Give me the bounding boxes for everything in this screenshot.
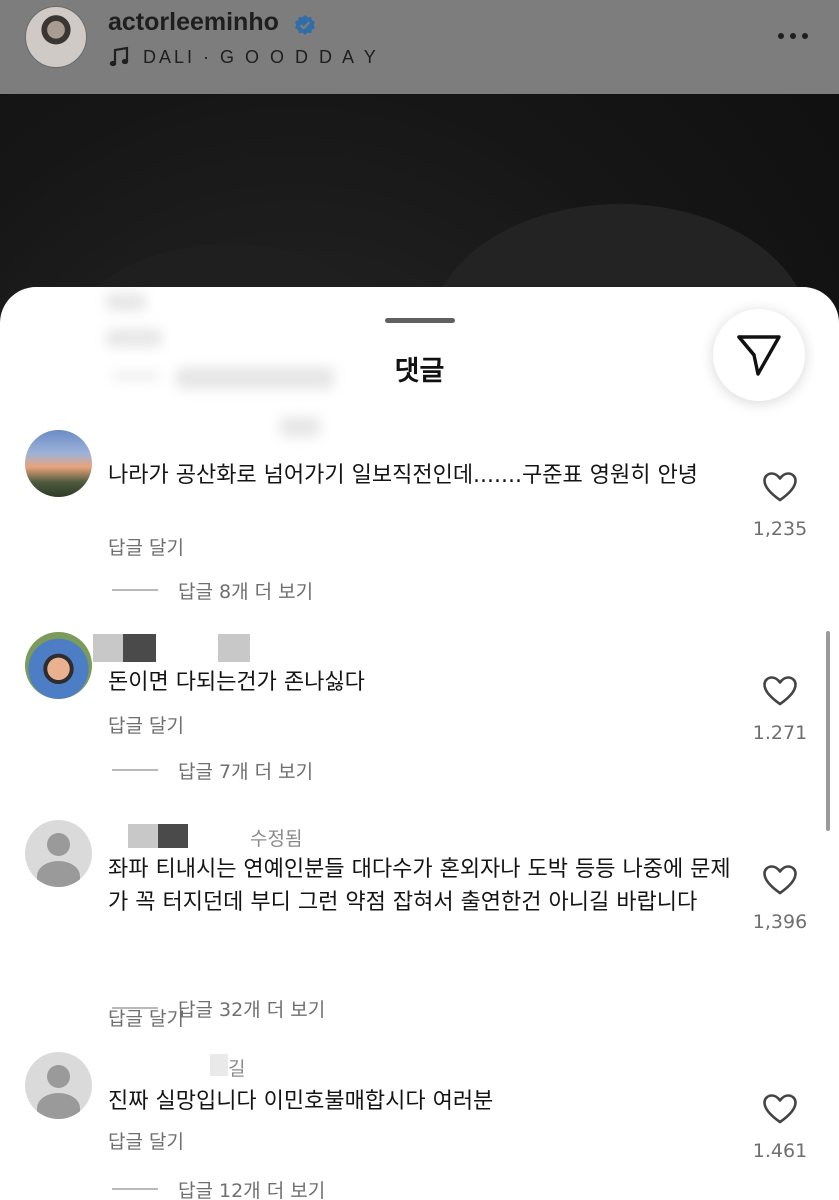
default-avatar-head: [47, 833, 70, 856]
redacted-username: [128, 824, 158, 848]
default-avatar-shoulders: [37, 861, 80, 887]
default-avatar-icon[interactable]: [25, 1052, 92, 1119]
commenter-name[interactable]: 길: [228, 1054, 245, 1081]
comment-item: 돈이면 다되는건가 존나싫다 답글 달기 답글 7개 더 보기 1.271: [0, 632, 839, 783]
divider: [112, 1188, 158, 1190]
divider: [112, 589, 158, 591]
post-username[interactable]: actorleeminho: [108, 8, 279, 37]
view-more-replies-label: 답글 8개 더 보기: [178, 581, 314, 603]
redacted-username: [123, 634, 156, 662]
profile-avatar[interactable]: [25, 6, 87, 68]
redacted-username: [210, 1054, 228, 1076]
heart-icon: [763, 865, 797, 895]
like-button[interactable]: 1,396: [745, 865, 815, 933]
blurred-background-text: [106, 293, 146, 311]
view-more-replies-label: 답글 12개 더 보기: [178, 1180, 326, 1200]
comments-sheet: 댓글 나라가 공산화로 넘어가기 일보직전인데.......구준표 영원히 안녕…: [0, 287, 839, 1200]
reply-button[interactable]: 답글 달기: [108, 711, 184, 738]
like-count: 1,396: [752, 911, 808, 933]
music-note-icon: [109, 46, 129, 67]
commenter-avatar[interactable]: [25, 632, 92, 699]
scrollbar[interactable]: [826, 631, 830, 831]
comment-text: 진짜 실망입니다 이민호불매합시다 여러분: [108, 1089, 494, 1114]
reply-button[interactable]: 답글 달기: [108, 1127, 184, 1154]
edited-label: 수정됨: [250, 828, 303, 850]
default-avatar-head: [47, 1065, 70, 1088]
view-more-replies-label: 답글 32개 더 보기: [178, 999, 326, 1021]
heart-icon: [763, 676, 797, 706]
verified-badge-icon: [295, 15, 315, 35]
comment-item: 수정됨 좌파 티내시는 연예인분들 대다수가 혼외자나 도박 등등 나중에 문제…: [0, 820, 839, 1030]
divider: [112, 1007, 158, 1009]
default-avatar-shoulders: [37, 1093, 80, 1119]
default-avatar-icon[interactable]: [25, 820, 92, 887]
more-options-icon[interactable]: [775, 26, 811, 46]
like-button[interactable]: 1.461: [745, 1094, 815, 1162]
comment-item: 나라가 공산화로 넘어가기 일보직전인데.......구준표 영원히 안녕 답글…: [0, 430, 839, 603]
comment-text: 나라가 공산화로 넘어가기 일보직전인데.......구준표 영원히 안녕: [108, 463, 698, 488]
song-label[interactable]: DALI · G O O D D A Y: [143, 47, 379, 68]
post-header: actorleeminho DALI · G O O D D A Y: [0, 0, 839, 94]
share-button[interactable]: [713, 309, 805, 401]
like-button[interactable]: 1.271: [745, 676, 815, 744]
redacted-username: [158, 824, 188, 848]
redacted-username: [93, 634, 123, 662]
comment-text: 돈이면 다되는건가 존나싫다: [108, 670, 365, 695]
commenter-avatar[interactable]: [25, 430, 92, 497]
like-count: 1.461: [752, 1140, 808, 1162]
comment-item: 길 진짜 실망입니다 이민호불매합시다 여러분 답글 달기 답글 12개 더 보…: [0, 1052, 839, 1200]
heart-icon: [763, 472, 797, 502]
like-button[interactable]: 1,235: [745, 472, 815, 540]
blurred-background-text: [106, 329, 162, 347]
redacted-username: [218, 634, 250, 662]
heart-icon: [763, 1094, 797, 1124]
divider: [112, 769, 158, 771]
comment-text: 좌파 티내시는 연예인분들 대다수가 혼외자나 도박 등등 나중에 문제가 꼭 …: [108, 857, 731, 915]
view-more-replies-label: 답글 7개 더 보기: [178, 761, 314, 783]
sheet-grabber[interactable]: [385, 318, 455, 323]
like-count: 1,235: [752, 518, 808, 540]
send-icon: [737, 335, 781, 376]
reply-button[interactable]: 답글 달기: [108, 533, 184, 560]
like-count: 1.271: [752, 722, 808, 744]
